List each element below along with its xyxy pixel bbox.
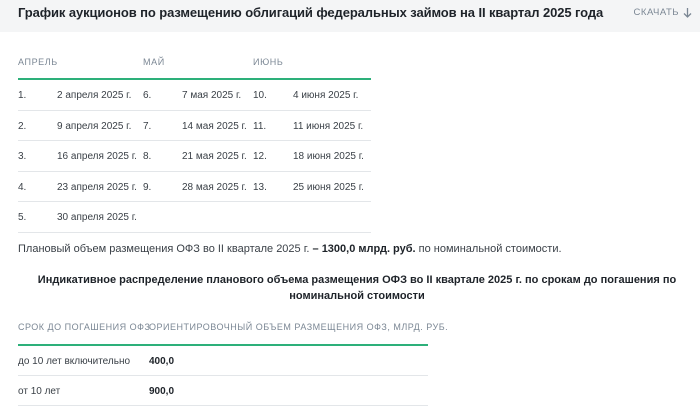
auction-date: 14 мая 2025 г.	[182, 120, 247, 132]
auction-date: 7 мая 2025 г.	[182, 90, 242, 101]
auction-number: 9.	[143, 181, 152, 193]
table-row: 5. 30 апреля 2025 г.	[18, 202, 371, 233]
auction-number: 5.	[18, 212, 27, 223]
auction-number: 13.	[253, 181, 267, 193]
arrow-down-icon	[683, 8, 692, 18]
volume-cell: 400,0	[149, 356, 175, 367]
table-row: 2. 9 апреля 2025 г. 7. 14 мая 2025 г. 11…	[18, 111, 371, 141]
auction-date: 28 мая 2025 г.	[182, 181, 247, 193]
auction-number: 10.	[253, 90, 267, 101]
auction-number: 1.	[18, 90, 27, 101]
planned-volume-text: Плановый объем размещения ОФЗ во II квар…	[18, 243, 562, 255]
auction-date: 11 июня 2025 г.	[293, 120, 364, 132]
term-cell: от 10 лет	[18, 386, 61, 397]
distribution-table: СРОК ДО ПОГАШЕНИЯ ОФЗ ОРИЕНТИРОВОЧНЫЙ ОБ…	[18, 316, 448, 406]
auction-date: 21 мая 2025 г.	[182, 151, 247, 162]
volume-cell: 900,0	[149, 386, 175, 397]
distribution-header: СРОК ДО ПОГАШЕНИЯ ОФЗ ОРИЕНТИРОВОЧНЫЙ ОБ…	[18, 316, 448, 346]
auction-date: 4 июня 2025 г.	[293, 90, 359, 101]
auction-number: 6.	[143, 90, 152, 101]
term-cell: до 10 лет включительно	[18, 356, 131, 367]
auction-number: 11.	[253, 120, 267, 132]
header-bar: График аукционов по размещению облигаций…	[0, 0, 700, 32]
column-header-volume: ОРИЕНТИРОВОЧНЫЙ ОБЪЕМ РАЗМЕЩЕНИЯ ОФЗ, МЛ…	[149, 322, 449, 332]
schedule-header: АПРЕЛЬ МАЙ ИЮНЬ	[18, 50, 371, 80]
planned-volume-suffix: по номинальной стоимости.	[418, 243, 562, 255]
table-row: до 10 лет включительно 400,0	[18, 346, 428, 376]
planned-volume-prefix: Плановый объем размещения ОФЗ во II квар…	[18, 243, 310, 255]
auction-date: 25 июня 2025 г.	[293, 181, 364, 193]
auction-schedule-table: АПРЕЛЬ МАЙ ИЮНЬ 1. 2 апреля 2025 г. 6. 7…	[18, 50, 371, 233]
auction-date: 30 апреля 2025 г.	[57, 212, 137, 223]
auction-date: 9 апреля 2025 г.	[57, 120, 132, 132]
auction-number: 3.	[18, 151, 27, 162]
auction-date: 2 апреля 2025 г.	[57, 90, 132, 101]
auction-date: 18 июня 2025 г.	[293, 151, 364, 162]
table-row: 1. 2 апреля 2025 г. 6. 7 мая 2025 г. 10.…	[18, 80, 371, 111]
column-header-term: СРОК ДО ПОГАШЕНИЯ ОФЗ	[18, 322, 151, 332]
auction-date: 16 апреля 2025 г.	[57, 151, 137, 162]
page-title: График аукционов по размещению облигаций…	[18, 5, 604, 20]
auction-number: 2.	[18, 120, 27, 132]
table-row: 3. 16 апреля 2025 г. 8. 21 мая 2025 г. 1…	[18, 141, 371, 172]
auction-number: 4.	[18, 181, 27, 193]
auction-number: 7.	[143, 120, 152, 132]
auction-number: 8.	[143, 151, 152, 162]
download-label: СКАЧАТЬ	[633, 7, 679, 18]
auction-date: 23 апреля 2025 г.	[57, 181, 137, 193]
table-row: 4. 23 апреля 2025 г. 9. 28 мая 2025 г. 1…	[18, 172, 371, 202]
auction-number: 12.	[253, 151, 267, 162]
planned-volume-amount: – 1300,0 млрд. руб.	[312, 243, 416, 255]
column-header-june: ИЮНЬ	[253, 57, 284, 67]
column-header-may: МАЙ	[143, 57, 165, 67]
distribution-title: Индикативное распределение планового объ…	[37, 274, 677, 302]
column-header-april: АПРЕЛЬ	[18, 57, 58, 67]
download-button[interactable]: СКАЧАТЬ	[634, 7, 692, 18]
